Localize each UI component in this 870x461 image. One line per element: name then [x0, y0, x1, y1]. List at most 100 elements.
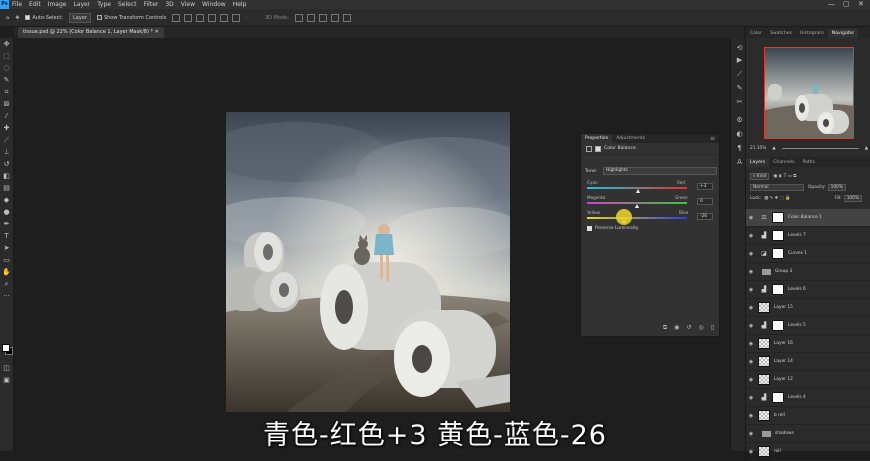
history-icon[interactable]: ⟲: [735, 44, 744, 53]
eraser-tool-icon[interactable]: ◧: [2, 172, 11, 181]
maximize-icon[interactable]: ▢: [843, 0, 850, 8]
layer-row[interactable]: ◉ Layer 16: [746, 335, 870, 353]
tab-swatches[interactable]: Swatches: [766, 29, 796, 38]
panel-menu-icon[interactable]: ≡: [710, 135, 719, 142]
actions-icon[interactable]: ▶: [735, 56, 744, 65]
layer-row[interactable]: ◉ ◪ Curves 1: [746, 245, 870, 263]
menu-file[interactable]: File: [12, 1, 22, 8]
menu-edit[interactable]: Edit: [29, 1, 41, 8]
lock-icons[interactable]: ▦ ✎ ✥ ⬚ 🔒: [764, 196, 790, 201]
cyan-red-value[interactable]: +3: [697, 183, 713, 190]
tone-dropdown[interactable]: Highlights: [603, 167, 717, 175]
align-left-icon[interactable]: [172, 13, 181, 22]
layer-thumbnail[interactable]: [758, 302, 770, 313]
view-previous-icon[interactable]: ◉: [674, 324, 679, 332]
3d-roll-icon[interactable]: [306, 13, 315, 22]
yellow-blue-value[interactable]: -26: [697, 213, 713, 220]
layer-row[interactable]: ◉ Layer 12: [746, 371, 870, 389]
autoselect-checkbox[interactable]: Auto-Select:: [25, 15, 63, 21]
layer-mask-thumbnail[interactable]: [772, 320, 784, 331]
layer-mask-thumbnail[interactable]: [772, 284, 784, 295]
preserve-luminosity-checkbox[interactable]: Preserve Luminosity: [587, 226, 638, 231]
magenta-green-thumb[interactable]: [634, 204, 639, 208]
menu-help[interactable]: Help: [233, 1, 247, 8]
align-right-icon[interactable]: [196, 13, 205, 22]
tab-adjustments[interactable]: Adjustments: [612, 134, 649, 143]
brushes-icon[interactable]: ✎: [735, 84, 744, 93]
layer-row[interactable]: ◉ Layer 14: [746, 353, 870, 371]
tab-paths[interactable]: Paths: [798, 158, 819, 167]
menu-filter[interactable]: Filter: [144, 1, 159, 8]
gradient-tool-icon[interactable]: ▤: [2, 184, 11, 193]
layer-thumbnail[interactable]: [758, 338, 770, 349]
screen-mode-icon[interactable]: ▣: [2, 376, 11, 385]
layer-thumbnail[interactable]: [758, 374, 770, 385]
3d-orbit-icon[interactable]: [294, 13, 303, 22]
menu-select[interactable]: Select: [118, 1, 137, 8]
yellow-blue-slider[interactable]: Yellow Blue -26: [585, 210, 717, 226]
layer-mask-thumbnail[interactable]: [772, 392, 784, 403]
menu-3d[interactable]: 3D: [165, 1, 173, 8]
marquee-tool-icon[interactable]: ⬚: [2, 52, 11, 61]
path-select-icon[interactable]: ➤: [2, 244, 11, 253]
menu-layer[interactable]: Layer: [73, 1, 90, 8]
cyan-red-slider[interactable]: Cyan Red +3: [585, 180, 717, 196]
layer-mask-icon[interactable]: [595, 145, 601, 152]
document-canvas-image[interactable]: [226, 112, 510, 412]
clip-to-layer-icon[interactable]: ⧉: [663, 324, 667, 332]
brush-tool-icon[interactable]: ⟋: [2, 136, 11, 145]
properties-icon[interactable]: ⚙: [735, 116, 744, 125]
align-center-icon[interactable]: [184, 13, 193, 22]
layer-thumbnail[interactable]: [758, 356, 770, 367]
menu-window[interactable]: Window: [202, 1, 226, 8]
kind-filter-dropdown[interactable]: ⌕ Kind: [750, 172, 770, 180]
zoom-out-icon[interactable]: ▲: [772, 146, 775, 151]
adjustments-icon[interactable]: ◐: [735, 130, 744, 139]
menu-type[interactable]: Type: [97, 1, 111, 8]
zoom-tool-icon[interactable]: ⌕: [2, 280, 11, 289]
document-tab[interactable]: tissue.psd @ 22% (Color Balance 1, Layer…: [18, 27, 164, 38]
reset-icon[interactable]: ↺: [686, 324, 691, 332]
transform-controls-checkbox[interactable]: Show Transform Controls: [96, 15, 166, 21]
cyan-red-thumb[interactable]: [636, 189, 640, 193]
tab-properties[interactable]: Properties: [581, 134, 613, 143]
layer-row[interactable]: ◉ Group 3: [746, 263, 870, 281]
fill-input[interactable]: 100%: [843, 194, 862, 202]
align-top-icon[interactable]: [208, 13, 217, 22]
move-tool-icon[interactable]: ✥: [2, 40, 11, 49]
tab-channels[interactable]: Channels: [769, 158, 798, 167]
menu-view[interactable]: View: [181, 1, 195, 8]
visibility-eye-icon[interactable]: ◉: [746, 377, 756, 383]
layer-row[interactable]: ◉ ▟ Levels 5: [746, 317, 870, 335]
character-icon[interactable]: A: [735, 158, 744, 167]
yellow-blue-track[interactable]: [587, 217, 687, 219]
paragraph-icon[interactable]: ¶: [735, 144, 744, 153]
layer-row[interactable]: ◉ ▟ Levels 6: [746, 281, 870, 299]
visibility-eye-icon[interactable]: ◉: [746, 395, 756, 401]
zoom-slider[interactable]: [781, 147, 859, 149]
shape-tool-icon[interactable]: ▭: [2, 256, 11, 265]
layer-row[interactable]: ◉ Layer 15: [746, 299, 870, 317]
close-icon[interactable]: ✕: [858, 0, 864, 8]
opacity-input[interactable]: 100%: [827, 183, 846, 191]
visibility-icon[interactable]: ◎: [698, 324, 703, 332]
visibility-eye-icon[interactable]: ◉: [746, 305, 756, 311]
visibility-eye-icon[interactable]: ◉: [746, 341, 756, 347]
hand-tool-icon[interactable]: ✋: [2, 268, 11, 277]
visibility-eye-icon[interactable]: ◉: [746, 323, 756, 329]
tab-color[interactable]: Color: [746, 29, 766, 38]
menu-image[interactable]: Image: [48, 1, 67, 8]
quick-mask-icon[interactable]: ◫: [2, 364, 11, 373]
quick-select-tool-icon[interactable]: ✎: [2, 76, 11, 85]
3d-pan-icon[interactable]: [318, 13, 327, 22]
layer-mask-thumbnail[interactable]: [772, 212, 784, 223]
visibility-eye-icon[interactable]: ◉: [746, 251, 756, 257]
navigator-preview[interactable]: [764, 47, 854, 139]
history-brush-icon[interactable]: ↺: [2, 160, 11, 169]
clone-stamp-icon[interactable]: ⊥: [2, 148, 11, 157]
healing-brush-icon[interactable]: ✚: [2, 124, 11, 133]
pen-tool-icon[interactable]: ✒: [2, 220, 11, 229]
navigator-zoom-value[interactable]: 21.35%: [750, 146, 766, 151]
blur-tool-icon[interactable]: ◆: [2, 196, 11, 205]
3d-slide-icon[interactable]: [330, 13, 339, 22]
